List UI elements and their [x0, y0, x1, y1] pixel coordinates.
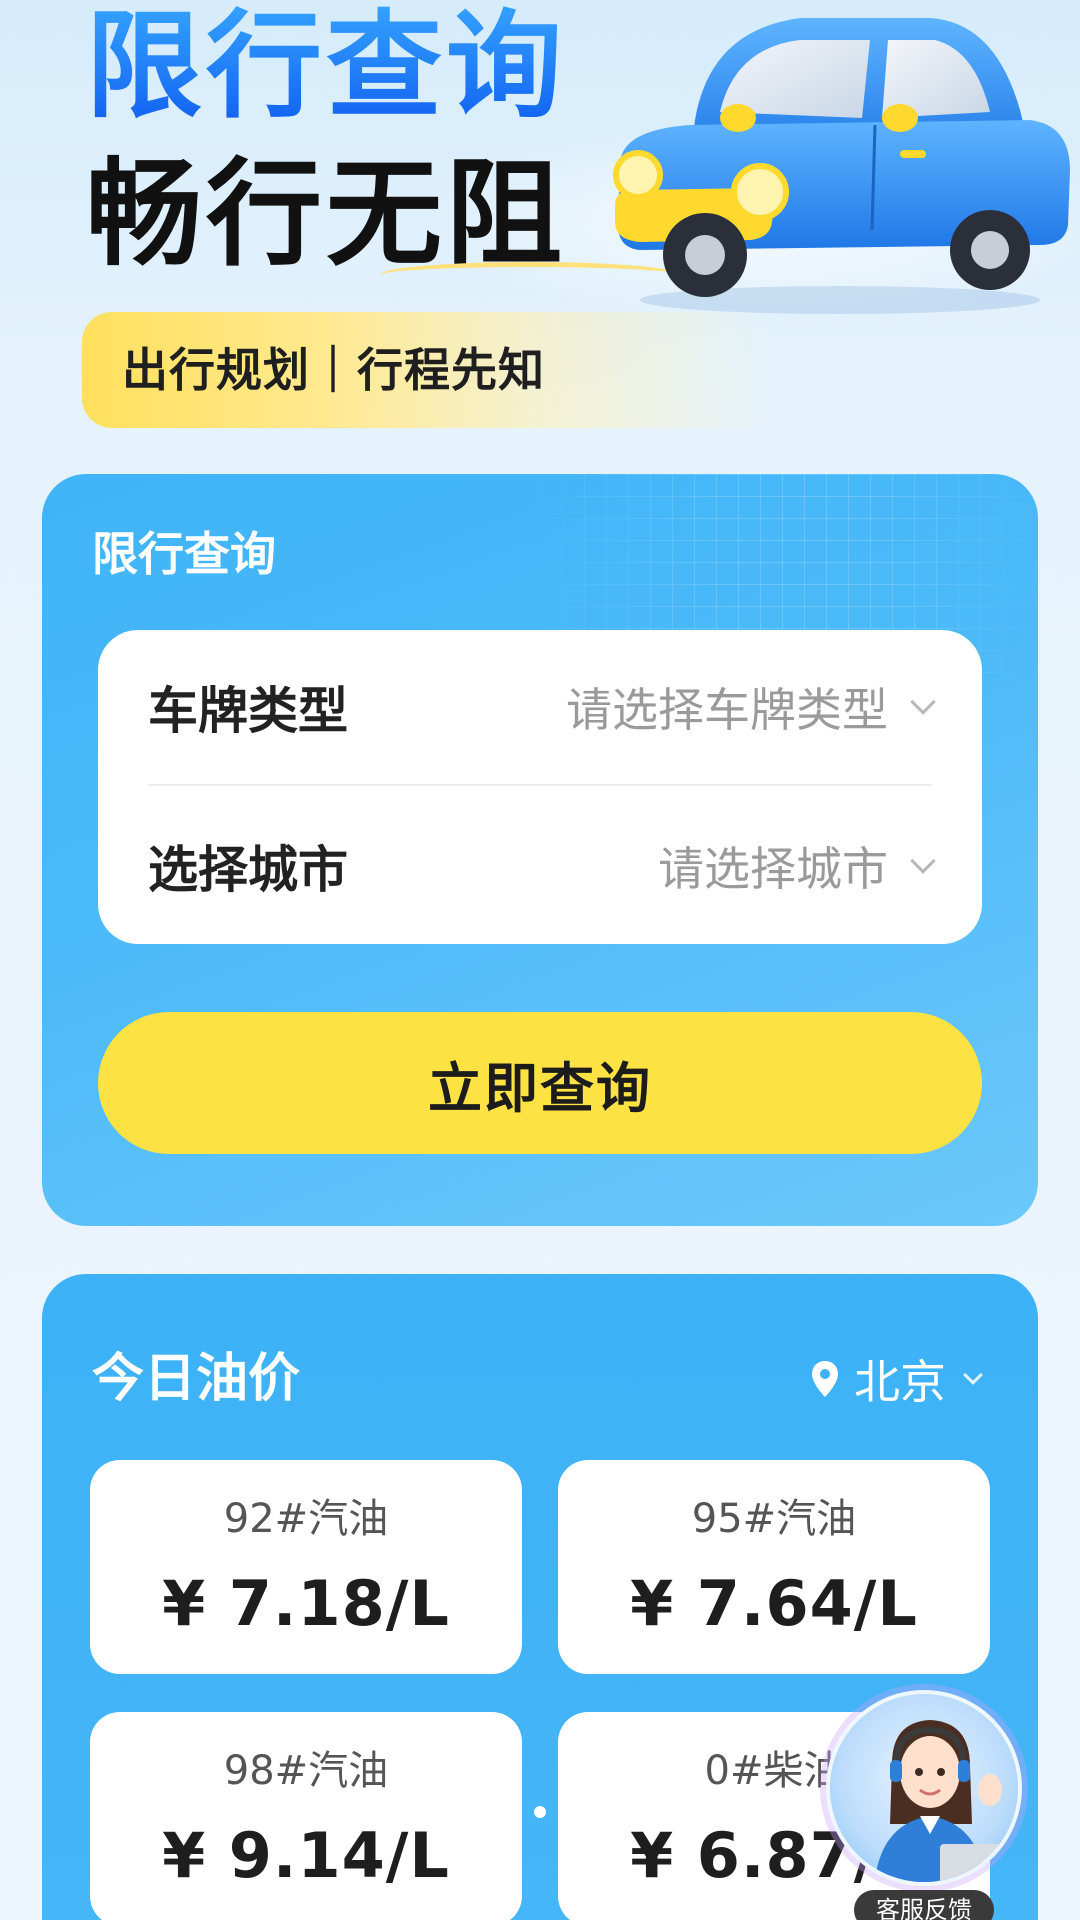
plate-type-row[interactable]: 车牌类型 请选择车牌类型: [148, 630, 936, 786]
oil-city-name: 北京: [854, 1355, 946, 1409]
hero-title-line2: 畅行无阻: [86, 147, 566, 282]
oil-city-selector[interactable]: 北京: [810, 1346, 983, 1412]
page-indicator-dot: [534, 1806, 546, 1818]
customer-service-label: 客服反馈: [854, 1890, 994, 1920]
plate-type-select[interactable]: 请选择车牌类型: [566, 674, 936, 740]
city-label: 选择城市: [148, 841, 348, 899]
price-card-92: 92#汽油 ¥ 7.18/L: [90, 1460, 522, 1674]
chevron-down-icon: [910, 689, 936, 715]
chevron-down-icon: [963, 1365, 983, 1385]
fuel-price: ¥ 9.14/L: [162, 1819, 450, 1892]
agent-avatar-icon: [874, 1720, 1014, 1882]
query-form: 车牌类型 请选择车牌类型 选择城市 请选择城市: [98, 630, 982, 944]
fuel-type: 92#汽油: [223, 1496, 389, 1542]
customer-service-float[interactable]: 客服反馈: [826, 1690, 1026, 1920]
city-placeholder: 请选择城市: [658, 842, 888, 896]
fuel-type: 98#汽油: [223, 1748, 389, 1794]
oil-price-title: 今日油价: [92, 1349, 301, 1409]
price-card-98: 98#汽油 ¥ 9.14/L: [90, 1712, 522, 1920]
city-select[interactable]: 请选择城市: [658, 833, 936, 899]
query-card-title: 限行查询: [92, 527, 276, 581]
fuel-type: 95#汽油: [691, 1496, 857, 1542]
location-pin-icon: [812, 1361, 838, 1397]
chevron-down-icon: [910, 848, 936, 874]
plate-type-placeholder: 请选择车牌类型: [566, 683, 888, 737]
plate-type-label: 车牌类型: [148, 682, 348, 740]
car-illustration-icon: [613, 18, 1070, 314]
tagline-text: 出行规划｜行程先知: [122, 343, 545, 397]
tagline-pill: 出行规划｜行程先知: [82, 312, 772, 428]
city-row[interactable]: 选择城市 请选择城市: [148, 788, 936, 944]
query-now-button[interactable]: 立即查询: [98, 1012, 982, 1154]
customer-service-avatar: [826, 1690, 1022, 1886]
restriction-query-card: 限行查询 车牌类型 请选择车牌类型 选择城市 请选择城市 立即查询: [42, 474, 1038, 1226]
price-card-95: 95#汽油 ¥ 7.64/L: [558, 1460, 990, 1674]
hero-title-line1: 限行查询: [86, 0, 566, 134]
fuel-price: ¥ 7.64/L: [630, 1567, 918, 1640]
fuel-price: ¥ 7.18/L: [162, 1567, 450, 1640]
hero-banner: 限行查询 畅行无阻 出行规划｜行程先知: [0, 0, 1080, 460]
